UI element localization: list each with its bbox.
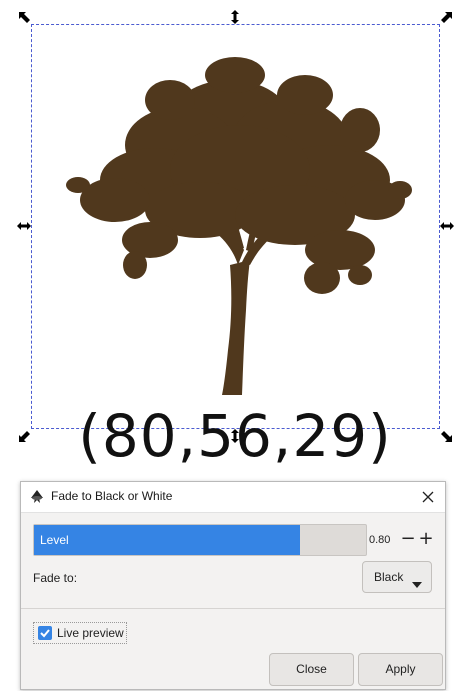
canvas[interactable]: (80,56,29) (0, 0, 470, 470)
level-increment-button[interactable]: + (417, 526, 435, 554)
divider (21, 608, 445, 609)
live-preview-checkbox[interactable]: Live preview (33, 622, 127, 644)
fade-to-label: Fade to: (33, 571, 78, 585)
chevron-down-icon (412, 574, 422, 588)
level-value[interactable]: 0.80 (369, 534, 390, 546)
resize-handle-left[interactable] (16, 218, 32, 234)
resize-handle-right[interactable] (439, 218, 455, 234)
fade-to-dropdown[interactable]: Black (362, 561, 432, 593)
level-slider-fill (34, 525, 300, 555)
color-value-label: (80,56,29) (78, 402, 392, 470)
dialog-title: Fade to Black or White (51, 489, 173, 503)
level-slider[interactable]: Level (33, 524, 367, 556)
dialog-titlebar[interactable]: Fade to Black or White (21, 482, 445, 513)
level-decrement-button[interactable]: − (399, 526, 417, 554)
apply-button[interactable]: Apply (358, 653, 443, 686)
resize-handle-top[interactable] (227, 9, 243, 25)
fade-to-selected: Black (374, 570, 404, 584)
checkmark-icon (38, 626, 52, 640)
resize-handle-top-left[interactable] (17, 10, 33, 26)
fade-dialog: Fade to Black or White Level 0.80 − + Fa… (20, 481, 446, 690)
close-icon[interactable] (417, 486, 439, 508)
level-label: Level (40, 533, 69, 547)
inkscape-icon (29, 489, 45, 505)
resize-handle-top-right[interactable] (438, 10, 454, 26)
live-preview-label: Live preview (57, 626, 124, 640)
close-button[interactable]: Close (269, 653, 354, 686)
tree-image[interactable] (60, 50, 420, 402)
